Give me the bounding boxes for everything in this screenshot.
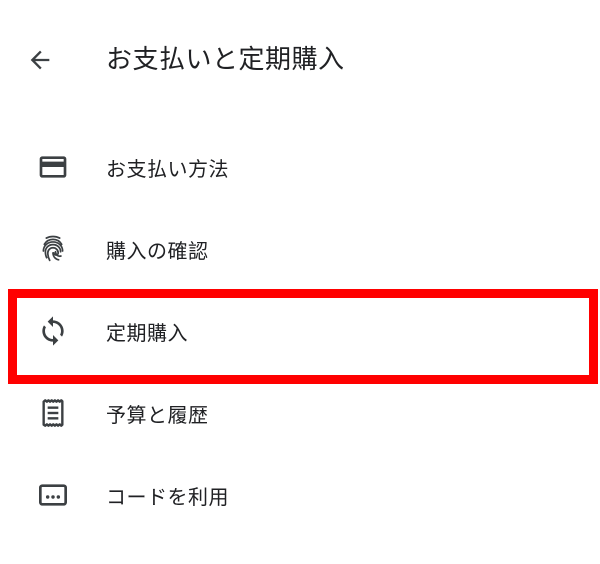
menu-item-redeem-code[interactable]: コードを利用 xyxy=(0,454,600,536)
page-title: お支払いと定期購入 xyxy=(106,45,345,75)
menu-item-label: コードを利用 xyxy=(106,484,229,509)
back-button[interactable] xyxy=(20,42,60,82)
menu-item-purchase-verification[interactable]: 購入の確認 xyxy=(0,208,600,290)
fingerprint-icon xyxy=(36,232,70,266)
menu-item-label: 購入の確認 xyxy=(106,238,209,263)
menu-item-subscriptions[interactable]: 定期購入 xyxy=(0,290,600,372)
receipt-icon xyxy=(36,396,70,430)
menu-item-label: お支払い方法 xyxy=(106,156,229,181)
menu-item-budget-history[interactable]: 予算と履歴 xyxy=(0,372,600,454)
credit-card-icon xyxy=(36,150,70,184)
app-bar: お支払いと定期購入 xyxy=(0,0,600,124)
menu-item-payment-methods[interactable]: お支払い方法 xyxy=(0,126,600,208)
sync-icon xyxy=(36,314,70,348)
menu-item-label: 定期購入 xyxy=(106,320,188,345)
arrow-back-icon xyxy=(26,46,54,78)
redeem-code-icon xyxy=(36,478,70,512)
settings-menu: お支払い方法 購入の確認 定期購入 予算と履歴 コードを利用 xyxy=(0,126,600,536)
menu-item-label: 予算と履歴 xyxy=(106,402,209,427)
